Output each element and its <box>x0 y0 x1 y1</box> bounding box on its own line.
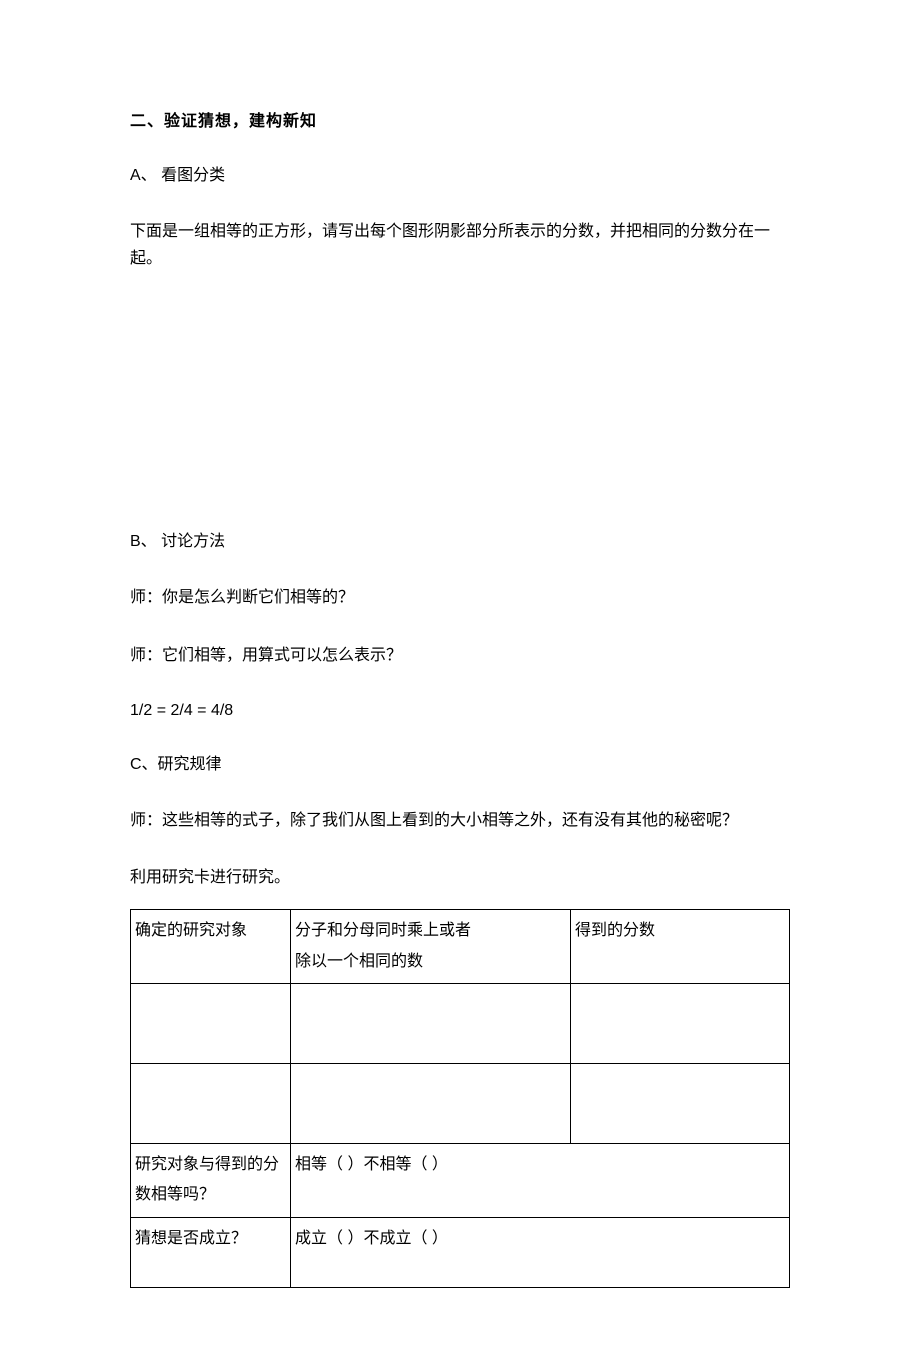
teacher-question-b1: 师：你是怎么判断它们相等的？ <box>130 584 790 611</box>
table-cell-empty <box>571 983 790 1063</box>
table-row: 猜想是否成立？ 成立（ ）不成立（ ） <box>131 1217 790 1287</box>
table-row4-col1: 研究对象与得到的分数相等吗？ <box>131 1143 291 1217</box>
table-row: 研究对象与得到的分数相等吗？ 相等（ ）不相等（ ） <box>131 1143 790 1217</box>
table-row <box>131 983 790 1063</box>
table-header-2: 分子和分母同时乘上或者 除以一个相同的数 <box>291 910 571 984</box>
teacher-question-c1: 师：这些相等的式子，除了我们从图上看到的大小相等之外，还有没有其他的秘密呢？ <box>130 807 790 834</box>
subsection-a-label: A、 看图分类 <box>130 164 790 188</box>
table-cell-empty <box>291 1063 571 1143</box>
table-header-2-line1: 分子和分母同时乘上或者 <box>295 916 566 946</box>
table-cell-empty <box>131 1063 291 1143</box>
table-row <box>131 1063 790 1143</box>
table-row5-col1: 猜想是否成立？ <box>131 1217 291 1287</box>
table-cell-empty <box>291 983 571 1063</box>
table-cell-empty <box>571 1063 790 1143</box>
subsection-c-text: C、研究规律 <box>130 756 222 773</box>
subsection-a-intro: 下面是一组相等的正方形，请写出每个图形阴影部分所表示的分数，并把相同的分数分在一… <box>130 218 790 272</box>
table-header-1: 确定的研究对象 <box>131 910 291 984</box>
table-row5-col2: 成立（ ）不成立（ ） <box>291 1217 790 1287</box>
table-row4-col2: 相等（ ）不相等（ ） <box>291 1143 790 1217</box>
subsection-a-text: A、 看图分类 <box>130 167 225 184</box>
subsection-b-label: B、 讨论方法 <box>130 530 790 554</box>
teacher-instruction-c2: 利用研究卡进行研究。 <box>130 864 790 891</box>
table-header-2-line2: 除以一个相同的数 <box>295 947 566 977</box>
subsection-c-label: C、研究规律 <box>130 753 790 777</box>
figure-placeholder <box>130 290 790 500</box>
table-row: 确定的研究对象 分子和分母同时乘上或者 除以一个相同的数 得到的分数 <box>131 910 790 984</box>
equation-line: 1/2 = 2/4 = 4/8 <box>130 699 790 723</box>
table-header-3: 得到的分数 <box>571 910 790 984</box>
research-table: 确定的研究对象 分子和分母同时乘上或者 除以一个相同的数 得到的分数 研究对象与… <box>130 909 790 1288</box>
section-heading: 二、验证猜想，建构新知 <box>130 110 790 134</box>
subsection-b-text: B、 讨论方法 <box>130 533 225 550</box>
teacher-question-b2: 师：它们相等，用算式可以怎么表示？ <box>130 642 790 669</box>
table-cell-empty <box>131 983 291 1063</box>
